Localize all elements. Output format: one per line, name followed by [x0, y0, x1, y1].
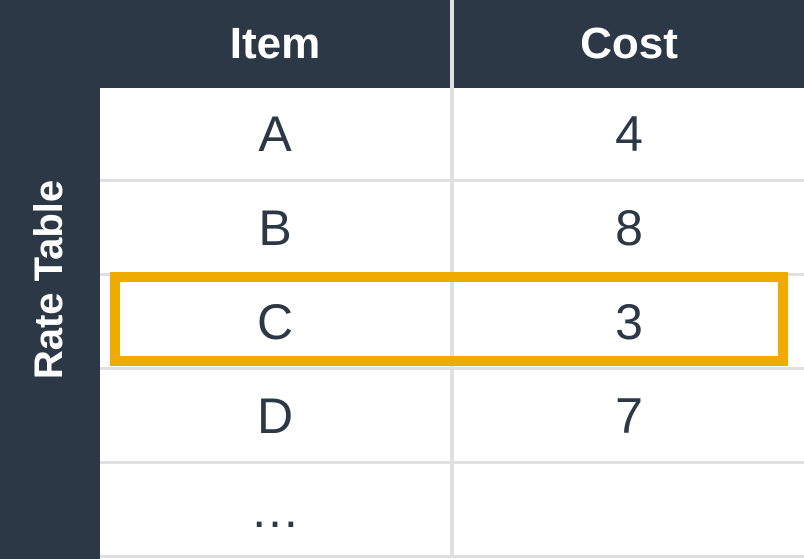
table-row: C 3	[100, 276, 804, 370]
table-row: D 7	[100, 370, 804, 464]
table-body: A 4 B 8 C 3 D 7 …	[100, 88, 804, 559]
cell-item: A	[100, 88, 454, 179]
table-row: …	[100, 464, 804, 558]
table-row: A 4	[100, 88, 804, 182]
cell-cost	[454, 464, 804, 555]
column-header-item: Item	[100, 0, 454, 88]
column-header-cost: Cost	[454, 0, 804, 88]
table-title: Rate Table	[28, 180, 73, 379]
cell-cost: 7	[454, 370, 804, 461]
cell-item: B	[100, 182, 454, 273]
cell-item: D	[100, 370, 454, 461]
cell-item: C	[100, 276, 454, 367]
table-header-row: Item Cost	[100, 0, 804, 88]
rate-table: Item Cost A 4 B 8 C 3 D 7 …	[100, 0, 804, 559]
cell-cost: 8	[454, 182, 804, 273]
cell-item: …	[100, 464, 454, 555]
cell-cost: 4	[454, 88, 804, 179]
table-row: B 8	[100, 182, 804, 276]
sidebar: Rate Table	[0, 0, 100, 559]
cell-cost: 3	[454, 276, 804, 367]
